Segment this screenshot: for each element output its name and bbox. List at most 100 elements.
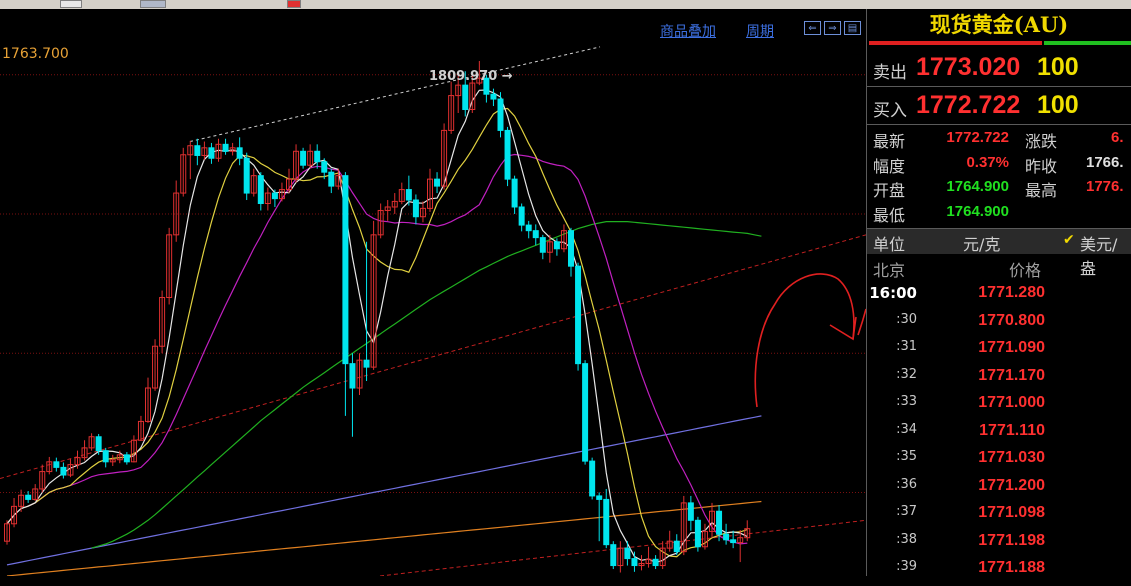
open-value: 1764.900 bbox=[946, 178, 1009, 195]
unit-value[interactable]: 元/克 bbox=[963, 231, 1000, 255]
candle-body bbox=[518, 206, 525, 226]
toolbar-button[interactable] bbox=[60, 0, 82, 8]
high-label: 最高 bbox=[1025, 181, 1058, 200]
tick-price: 1771.200 bbox=[978, 477, 1045, 494]
tick-row: :35 1771.030 bbox=[867, 449, 1131, 476]
tick-row: 16:00 1771.280 bbox=[867, 284, 1131, 311]
toolbar-button[interactable] bbox=[140, 0, 166, 8]
candle-body bbox=[208, 147, 215, 159]
tick-time: :33 bbox=[896, 394, 917, 409]
tick-time: :38 bbox=[896, 532, 917, 547]
candle-body bbox=[102, 450, 109, 463]
tick-price: 1771.280 bbox=[978, 284, 1045, 301]
tick-row: :39 1771.188 bbox=[867, 559, 1131, 586]
high-value: 1776. bbox=[1086, 178, 1124, 195]
chart-canvas bbox=[0, 46, 866, 576]
scroll-right-icon[interactable]: ⇒ bbox=[824, 21, 841, 35]
candle-body bbox=[504, 129, 511, 180]
tick-city-label: 北京 bbox=[873, 261, 906, 280]
toolbar-button[interactable] bbox=[287, 0, 301, 8]
tick-row: :37 1771.098 bbox=[867, 504, 1131, 531]
tick-time: :30 bbox=[896, 312, 917, 327]
tick-price: 1770.800 bbox=[978, 312, 1045, 329]
tick-price: 1771.098 bbox=[978, 504, 1045, 521]
candle-body bbox=[603, 498, 610, 546]
tick-price: 1771.110 bbox=[979, 422, 1045, 439]
candle-body bbox=[631, 558, 638, 567]
candle-body bbox=[95, 436, 102, 452]
toolbar bbox=[0, 0, 1131, 9]
candle-body bbox=[624, 547, 631, 560]
kline-chart[interactable]: 商品叠加 周期 ⇐ ⇒ ▤ 1763.700 1809.970 → bbox=[0, 9, 866, 576]
buy-price: 1772.722 bbox=[916, 91, 1021, 119]
overlay-link[interactable]: 商品叠加 bbox=[660, 21, 716, 41]
latest-value: 1772.722 bbox=[946, 129, 1009, 146]
tick-price: 1771.170 bbox=[978, 367, 1045, 384]
candle-body bbox=[716, 510, 723, 535]
tick-price: 1771.198 bbox=[978, 532, 1045, 549]
tick-price: 1771.090 bbox=[978, 339, 1045, 356]
prev-close-label: 昨收 bbox=[1025, 157, 1058, 176]
buy-strength-bar bbox=[1044, 41, 1131, 45]
tick-time: :34 bbox=[896, 422, 917, 437]
tick-price-header: 价格 bbox=[1009, 261, 1042, 280]
tick-time: :36 bbox=[896, 477, 917, 492]
candle-body bbox=[673, 540, 680, 553]
latest-label: 最新 bbox=[873, 132, 906, 151]
change-label: 涨跌 bbox=[1025, 132, 1058, 151]
tick-price: 1771.000 bbox=[978, 394, 1045, 411]
candle-body bbox=[328, 171, 335, 187]
tick-time: :31 bbox=[896, 339, 917, 354]
prev-close-value: 1766. bbox=[1086, 154, 1124, 171]
candle-body bbox=[363, 359, 370, 368]
candle-body bbox=[553, 241, 560, 250]
trend-line-top bbox=[189, 46, 601, 143]
tick-price: 1771.188 bbox=[978, 559, 1045, 576]
ma10-line bbox=[6, 107, 748, 558]
buy-label: 买入 bbox=[873, 101, 907, 121]
trend-line-upper bbox=[0, 234, 866, 480]
tick-time: 16:00 bbox=[869, 284, 917, 302]
candle-body bbox=[652, 558, 659, 567]
candle-body bbox=[694, 519, 701, 548]
tick-time: :32 bbox=[896, 367, 917, 382]
crosshair-price-label: 1763.700 bbox=[2, 46, 69, 62]
candle-body bbox=[490, 93, 497, 100]
unit-label: 单位 bbox=[873, 235, 906, 254]
tick-time: :35 bbox=[896, 449, 917, 464]
quote-panel: 现货黄金(AU) 卖出 1773.020 100 买入 1772.722 100… bbox=[866, 9, 1131, 576]
candle-body bbox=[257, 175, 264, 205]
candle-body bbox=[60, 466, 67, 476]
period-high-marker: 1809.970 → bbox=[429, 69, 513, 84]
scroll-left-icon[interactable]: ⇐ bbox=[804, 21, 821, 35]
sell-price: 1773.020 bbox=[916, 53, 1021, 81]
buy-row: 买入 1772.722 100 bbox=[867, 87, 1131, 125]
tick-price: 1771.030 bbox=[978, 449, 1045, 466]
period-link[interactable]: 周期 bbox=[746, 21, 774, 41]
candle-body bbox=[271, 192, 278, 200]
window-icon[interactable]: ▤ bbox=[844, 21, 861, 35]
instrument-title: 现货黄金(AU) bbox=[929, 12, 1069, 37]
candle-body bbox=[53, 461, 60, 468]
tick-row: :36 1771.200 bbox=[867, 477, 1131, 504]
candle-body bbox=[321, 161, 328, 173]
tick-row: :31 1771.090 bbox=[867, 339, 1131, 366]
candle-body bbox=[596, 495, 603, 500]
ma60-line bbox=[91, 221, 762, 549]
tick-time: :39 bbox=[896, 559, 917, 574]
tick-row: :32 1771.170 bbox=[867, 367, 1131, 394]
ma120-line bbox=[6, 415, 762, 566]
pct-label: 幅度 bbox=[873, 157, 906, 176]
buy-volume: 100 bbox=[1037, 91, 1079, 119]
candle-body bbox=[194, 145, 201, 156]
candle-body bbox=[568, 230, 574, 267]
open-label: 开盘 bbox=[873, 181, 906, 200]
tick-header: 北京 价格 bbox=[867, 253, 1131, 283]
tick-row: :38 1771.198 bbox=[867, 532, 1131, 559]
candle-body bbox=[300, 150, 307, 166]
check-icon: ✔ bbox=[1063, 232, 1075, 248]
tick-row: :30 1770.800 bbox=[867, 312, 1131, 339]
candle-body bbox=[497, 98, 504, 131]
candle-body bbox=[123, 454, 130, 463]
candle-body bbox=[243, 157, 250, 194]
